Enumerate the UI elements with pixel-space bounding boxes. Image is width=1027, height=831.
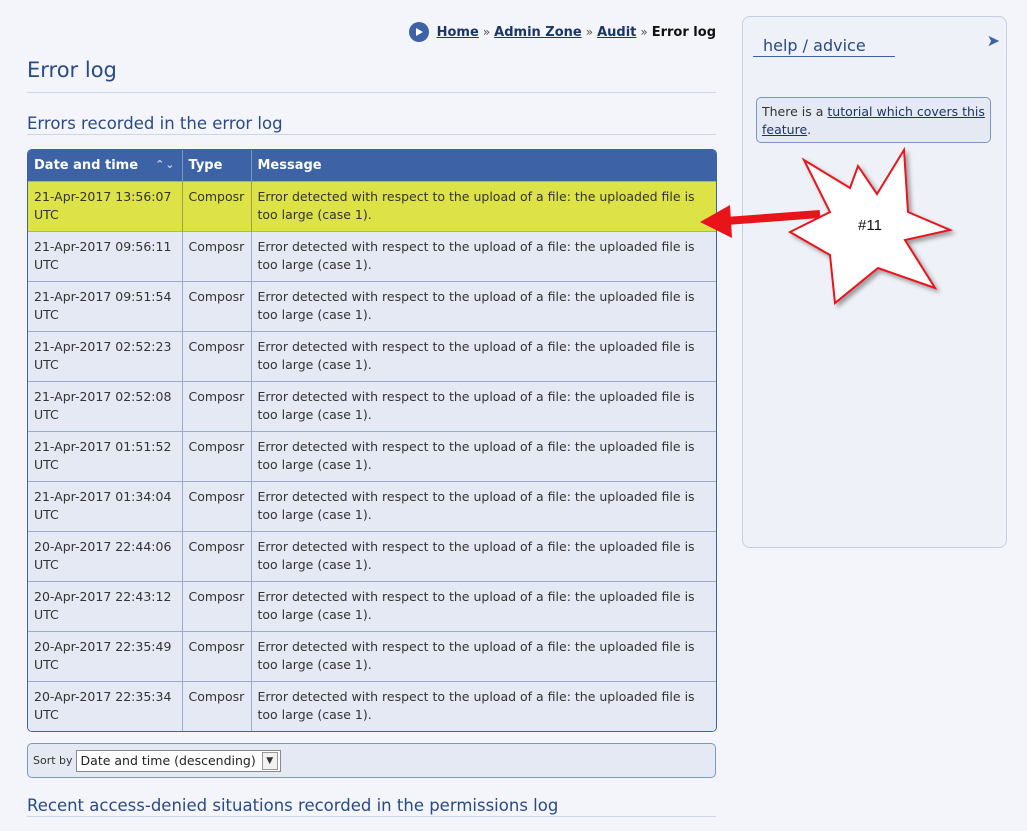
cell-date: 21-Apr-2017 01:51:52 UTC [28,431,183,482]
cell-message: Error detected with respect to the uploa… [251,531,716,582]
cell-message: Error detected with respect to the uploa… [251,381,716,432]
column-header-message: Message [251,150,716,182]
cell-message: Error detected with respect to the uploa… [251,331,716,382]
sort-select[interactable]: Date and time (descending) ▼ [75,749,281,772]
cell-date: 21-Apr-2017 02:52:08 UTC [28,381,183,432]
cell-type: Composr [182,331,252,382]
collapse-arrow-icon[interactable]: ➤ [987,31,1000,50]
cell-date: 21-Apr-2017 02:52:23 UTC [28,331,183,382]
cell-type: Composr [182,281,252,332]
table-row: 21-Apr-2017 01:34:04 UTC Composr Error det… [28,481,716,532]
error-log-table: Date and time ⌃⌄ Type Message 21-Apr-201… [27,149,717,732]
tip-prefix: There is a [762,104,828,119]
table-row: 21-Apr-2017 02:52:23 UTC Composr Error det… [28,331,716,382]
cell-message: Error detected with respect to the uploa… [251,481,716,532]
cell-message: Error detected with respect to the uploa… [251,431,716,482]
column-header-date[interactable]: Date and time ⌃⌄ [28,150,183,182]
cell-type: Composr [182,581,252,632]
column-header-date-label: Date and time [34,158,139,173]
table-header-row: Date and time ⌃⌄ Type Message [28,150,716,182]
table-row: 21-Apr-2017 02:52:08 UTC Composr Error det… [28,381,716,432]
breadcrumb-separator: » [585,25,594,39]
cell-message: Error detected with respect to the uploa… [251,231,716,282]
cell-date: 20-Apr-2017 22:43:12 UTC [28,581,183,632]
chevron-down-icon[interactable]: ▼ [261,751,278,770]
breadcrumb-home-link[interactable]: Home [437,25,479,40]
help-advice-panel: help / advice ➤ There is a tutorial whic… [742,16,1007,548]
section-divider [27,134,716,135]
breadcrumb-separator: » [482,25,491,39]
tutorial-tip-box: There is a tutorial which covers this fe… [756,97,991,143]
column-header-type: Type [182,150,252,182]
permissions-log-section-title: Recent access-denied situations recorded… [27,796,559,815]
table-row: 20-Apr-2017 22:35:34 UTC Composr Error det… [28,681,716,731]
cell-date: 20-Apr-2017 22:35:34 UTC [28,681,183,731]
cell-message: Error detected with respect to the uploa… [251,181,716,232]
cell-date: 21-Apr-2017 09:56:11 UTC [28,231,183,282]
table-row: 20-Apr-2017 22:44:06 UTC Composr Error det… [28,531,716,582]
cell-type: Composr [182,681,252,731]
cell-message: Error detected with respect to the uploa… [251,581,716,632]
cell-date: 21-Apr-2017 13:56:07 UTC [28,181,183,232]
breadcrumb-admin-zone-link[interactable]: Admin Zone [494,25,582,40]
cell-message: Error detected with respect to the uploa… [251,281,716,332]
cell-type: Composr [182,531,252,582]
breadcrumb: Home » Admin Zone » Audit » Error log [408,22,716,42]
sort-bar: Sort by Date and time (descending) ▼ [27,743,716,778]
tip-suffix: . [807,122,812,137]
sort-toggle-icon[interactable]: ⌃⌄ [155,158,175,171]
cell-type: Composr [182,431,252,482]
table-row: 21-Apr-2017 09:56:11 UTC Composr Error det… [28,231,716,282]
table-row: 20-Apr-2017 22:43:12 UTC Composr Error det… [28,581,716,632]
breadcrumb-separator: » [640,25,648,39]
cell-message: Error detected with respect to the uploa… [251,681,716,731]
breadcrumb-current: Error log [651,24,716,40]
cell-type: Composr [182,381,252,432]
play-circle-icon [408,22,429,42]
cell-date: 21-Apr-2017 09:51:54 UTC [28,281,183,332]
table-row: 21-Apr-2017 09:51:54 UTC Composr Error det… [28,281,716,332]
cell-type: Composr [182,481,252,532]
error-log-section-title: Errors recorded in the error log [27,114,283,133]
table-row: 21-Apr-2017 01:51:52 UTC Composr Error det… [28,431,716,482]
cell-type: Composr [182,231,252,282]
cell-date: 20-Apr-2017 22:35:49 UTC [28,631,183,682]
title-divider [27,92,716,93]
sort-by-label: Sort by [33,754,73,767]
cell-date: 20-Apr-2017 22:44:06 UTC [28,531,183,582]
table-row: 20-Apr-2017 22:35:49 UTC Composr Error det… [28,631,716,682]
cell-type: Composr [182,631,252,682]
section-divider [27,816,716,817]
page-title: Error log [27,58,117,82]
help-advice-title: help / advice [763,36,866,55]
help-advice-underline [753,56,895,57]
breadcrumb-audit-link[interactable]: Audit [597,25,636,40]
sort-select-value: Date and time (descending) [80,753,256,768]
cell-date: 21-Apr-2017 01:34:04 UTC [28,481,183,532]
cell-type: Composr [182,181,252,232]
table-row: 21-Apr-2017 13:56:07 UTC Composr Error det… [28,181,716,232]
cell-message: Error detected with respect to the uploa… [251,631,716,682]
